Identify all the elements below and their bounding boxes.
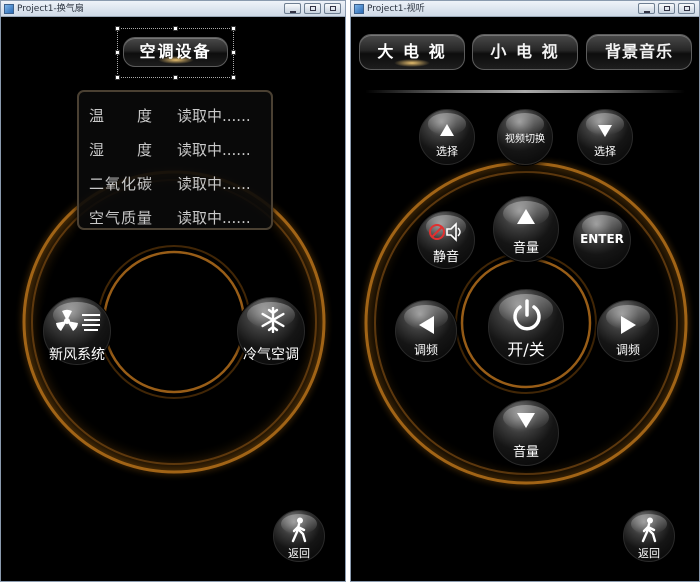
tab-label: 大 电 视	[377, 42, 447, 61]
humidity-value: 读取中......	[177, 141, 251, 159]
air-conditioning-device-button[interactable]: 空调设备	[123, 37, 228, 67]
co2-value: 读取中......	[177, 175, 251, 193]
enter-label: ENTER	[580, 232, 624, 246]
minimize-button[interactable]	[638, 3, 655, 14]
humidity-row: 湿 度 读取中......	[89, 139, 269, 159]
left-window-title: Project1-换气扇	[17, 4, 84, 14]
humidity-label: 湿 度	[89, 141, 154, 159]
select-up-button[interactable]: 选择	[419, 109, 475, 165]
maximize-button[interactable]	[304, 3, 321, 14]
tune-right-label: 调频	[615, 343, 640, 357]
maximize-icon	[663, 6, 670, 11]
audio-video-window: Project1-视听 大 电 视 小 电 视 背景音乐 选择 视频切换 选择 …	[350, 0, 700, 582]
tab-label: 背景音乐	[604, 42, 673, 61]
power-icon	[513, 299, 541, 331]
tab-label: 小 电 视	[490, 42, 560, 61]
select-down-button[interactable]: 选择	[577, 109, 633, 165]
co2-row: 二氧化碳 读取中......	[89, 173, 269, 193]
video-switch-label: 视频切换	[505, 134, 545, 145]
back-label: 返回	[638, 547, 660, 560]
enter-button[interactable]: ENTER	[573, 211, 631, 269]
right-content: 大 电 视 小 电 视 背景音乐 选择 视频切换 选择 静音 音量 ENTER …	[351, 18, 699, 581]
maximize-button[interactable]	[658, 3, 675, 14]
mute-icon	[429, 222, 461, 242]
power-label: 开/关	[507, 340, 545, 359]
minimize-button[interactable]	[284, 3, 301, 14]
cold-air-label: 冷气空调	[243, 347, 299, 363]
arrow-right-icon	[598, 316, 658, 338]
selection-handle[interactable]	[231, 75, 236, 80]
left-content: 空调设备 温 度 读取中...... 湿 度 读取中...... 二氧化碳 读取…	[1, 18, 345, 581]
mute-button[interactable]: 静音	[417, 211, 475, 269]
volume-down-label: 音量	[512, 445, 539, 460]
maximize-icon	[309, 6, 316, 11]
volume-up-label: 音量	[512, 241, 539, 256]
video-switch-button[interactable]: 视频切换	[497, 109, 553, 165]
arrow-down-icon	[494, 413, 558, 432]
fresh-air-system-button[interactable]: 新风系统	[43, 297, 111, 365]
selection-handle[interactable]	[115, 75, 120, 80]
tune-left-button[interactable]: 调频	[395, 300, 457, 362]
left-titlebar[interactable]: Project1-换气扇	[1, 1, 345, 17]
mute-label: 静音	[432, 250, 459, 265]
arrow-left-icon	[396, 316, 456, 338]
temperature-label: 温 度	[89, 107, 154, 125]
air-quality-row: 空气质量 读取中......	[89, 207, 269, 227]
app-icon	[354, 4, 364, 14]
temperature-value: 读取中......	[177, 107, 251, 125]
back-label: 返回	[288, 547, 310, 560]
right-titlebar[interactable]: Project1-视听	[351, 1, 699, 17]
arrow-up-icon	[420, 121, 474, 140]
fan-icon	[56, 309, 100, 331]
restore-button[interactable]	[324, 3, 341, 14]
tab-small-tv[interactable]: 小 电 视	[472, 34, 578, 70]
snowflake-icon	[261, 307, 285, 333]
temperature-row: 温 度 读取中......	[89, 105, 269, 125]
volume-up-button[interactable]: 音量	[493, 196, 559, 262]
selection-handle[interactable]	[115, 50, 120, 55]
tune-right-button[interactable]: 调频	[597, 300, 659, 362]
tune-left-label: 调频	[413, 343, 438, 357]
tab-background-music[interactable]: 背景音乐	[586, 34, 692, 70]
restore-button[interactable]	[678, 3, 695, 14]
select-down-label: 选择	[594, 145, 616, 158]
tab-divider	[365, 90, 685, 93]
device-button-label: 空调设备	[139, 42, 212, 61]
fresh-air-label: 新风系统	[49, 347, 105, 363]
walking-person-icon	[291, 517, 307, 543]
selection-handle[interactable]	[173, 26, 178, 31]
volume-down-button[interactable]: 音量	[493, 400, 559, 466]
minimize-icon	[643, 11, 650, 13]
air-quality-value: 读取中......	[177, 209, 251, 227]
arrow-down-icon	[578, 122, 632, 141]
selection-handle[interactable]	[173, 75, 178, 80]
restore-icon	[683, 6, 690, 11]
power-button[interactable]: 开/关	[488, 289, 564, 365]
walking-person-icon	[641, 517, 657, 543]
selection-handle[interactable]	[231, 26, 236, 31]
selection-handle[interactable]	[231, 50, 236, 55]
ventilation-window: Project1-换气扇 空调设备 温 度 读取中...... 湿 度 读取中.…	[0, 0, 346, 582]
right-window-title: Project1-视听	[367, 4, 425, 14]
co2-label: 二氧化碳	[89, 175, 154, 193]
select-up-label: 选择	[436, 145, 458, 158]
air-quality-label: 空气质量	[89, 209, 154, 227]
selection-handle[interactable]	[115, 26, 120, 31]
back-button[interactable]: 返回	[273, 510, 325, 562]
tab-big-tv[interactable]: 大 电 视	[359, 34, 465, 70]
sensor-readout-panel: 温 度 读取中...... 湿 度 读取中...... 二氧化碳 读取中....…	[77, 90, 273, 230]
minimize-icon	[289, 11, 296, 13]
back-button[interactable]: 返回	[623, 510, 675, 562]
restore-icon	[329, 6, 336, 11]
arrow-up-icon	[494, 209, 558, 228]
app-icon	[4, 4, 14, 14]
cold-air-conditioner-button[interactable]: 冷气空调	[237, 297, 305, 365]
